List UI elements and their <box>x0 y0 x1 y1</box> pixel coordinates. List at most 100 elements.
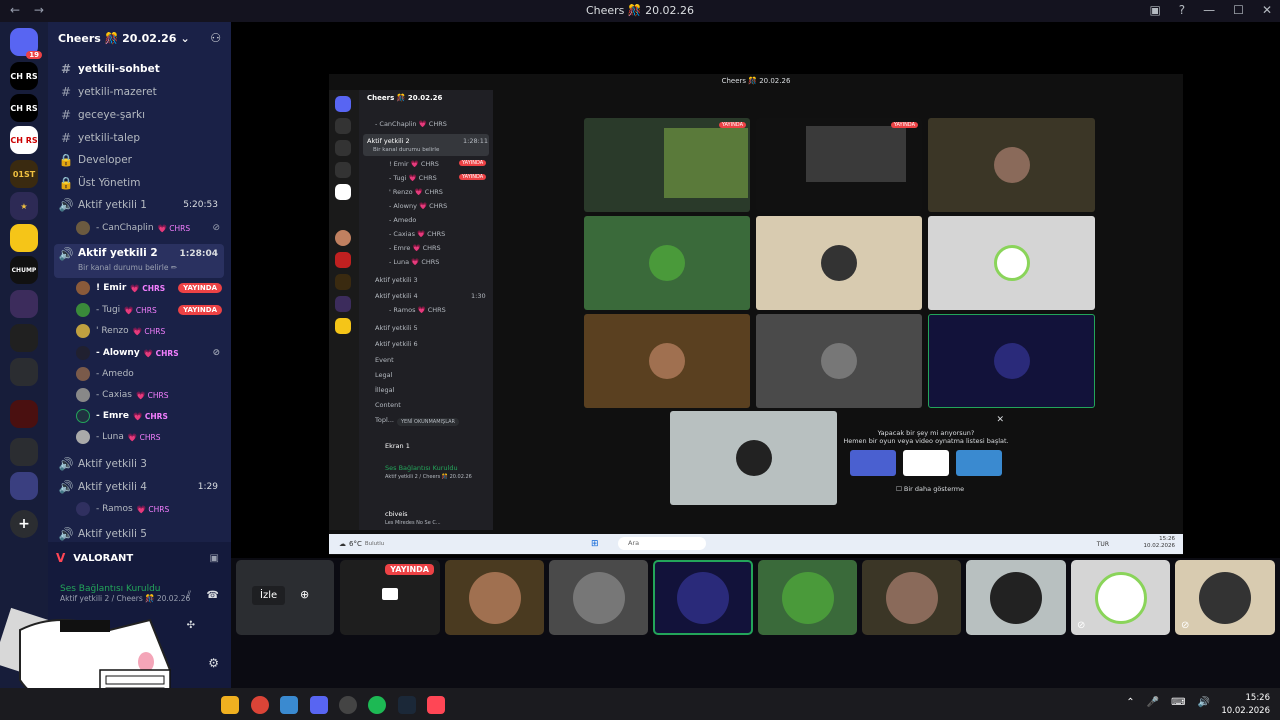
voice-channel-aktif-yetkili-4[interactable]: 🔊 Aktif yetkili 4 1:29 <box>54 477 224 497</box>
participant-tile[interactable] <box>928 216 1095 310</box>
steam-icon[interactable] <box>398 696 416 714</box>
activity-icon[interactable]: ▣ <box>210 553 219 564</box>
voice-user[interactable]: - Alowny 💗 CHRS ⊘ <box>76 343 226 363</box>
server-icon[interactable] <box>10 400 38 428</box>
activity-card[interactable] <box>903 450 949 476</box>
server-icon[interactable] <box>10 290 38 318</box>
voice-user[interactable]: - Caxias 💗 CHRS <box>76 385 226 405</box>
discord-icon[interactable] <box>310 696 328 714</box>
server-icon[interactable] <box>10 472 38 500</box>
app-icon[interactable] <box>339 696 357 714</box>
maximize-icon[interactable]: ☐ <box>1233 3 1244 17</box>
activity-card[interactable] <box>850 450 896 476</box>
activity-card[interactable] <box>956 450 1002 476</box>
channel-status[interactable]: Bir kanal durumu belirle ✏ <box>78 263 177 272</box>
voice-user[interactable]: - Amedo <box>76 364 226 384</box>
connection-status[interactable]: Ses Bağlantısı Kuruldu <box>48 584 231 594</box>
live-badge: YAYINDA <box>890 122 918 128</box>
server-icon[interactable] <box>10 358 38 386</box>
voice-channel-aktif-yetkili-5[interactable]: 🔊 Aktif yetkili 5 <box>54 524 224 544</box>
avatar <box>76 388 90 402</box>
chevron-up-icon[interactable]: ⌃ <box>1126 697 1134 708</box>
participant-tile[interactable] <box>584 314 750 408</box>
participant-tile[interactable] <box>756 216 922 310</box>
voice-user[interactable]: ' Renzo 💗 CHRS <box>76 321 226 341</box>
voice-channel-aktif-yetkili-2[interactable]: 🔊 Aktif yetkili 2 1:28:04 Bir kanal durumu … <box>54 244 224 278</box>
participant-tile[interactable] <box>670 411 837 505</box>
voice-channel-aktif-yetkili-3[interactable]: 🔊 Aktif yetkili 3 <box>54 454 224 474</box>
voice-user[interactable]: - CanChaplin 💗 CHRS ⊘ <box>76 218 226 238</box>
chrome-icon[interactable] <box>251 696 269 714</box>
server-icon[interactable] <box>10 438 38 466</box>
server-icon[interactable]: ★ <box>10 192 38 220</box>
minimize-icon[interactable]: — <box>1203 3 1215 17</box>
participant-thumbnail[interactable] <box>549 560 648 635</box>
volume-icon[interactable]: 🔊 <box>1198 697 1210 708</box>
server-icon[interactable] <box>10 324 38 352</box>
server-header[interactable]: Cheers 🎊 20.02.26 ⌄ ⚇ <box>48 22 231 54</box>
server-icon[interactable]: CHUMP <box>10 256 38 284</box>
server-icon[interactable]: CH RS <box>10 62 38 90</box>
valorant-icon[interactable] <box>427 696 445 714</box>
dont-show-checkbox[interactable]: ☐ Bir daha gösterme <box>896 485 964 493</box>
channel-ust-yonetim[interactable]: 🔒 Üst Yönetim <box>54 173 224 193</box>
channel-yetkili-sohbet[interactable]: # yetkili-sohbet <box>54 59 224 79</box>
microphone-icon[interactable]: 🎤 <box>1147 697 1159 708</box>
inbox-icon[interactable]: ▣ <box>1149 3 1160 17</box>
server-icon[interactable]: CH RS <box>10 126 38 154</box>
participant-thumbnail[interactable] <box>862 560 961 635</box>
channel-yetkili-mazeret[interactable]: # yetkili-mazeret <box>54 82 224 102</box>
disconnect-icon[interactable]: ☎ <box>207 590 219 601</box>
settings-icon[interactable]: ⚙ <box>208 656 219 670</box>
windows-start-icon[interactable]: ⊞ <box>591 539 599 549</box>
close-icon[interactable]: ✕ <box>1262 3 1272 17</box>
spotify-icon[interactable] <box>368 696 386 714</box>
voice-user[interactable]: ! Emir 💗 CHRS YAYINDA <box>76 278 226 298</box>
watch-button[interactable]: İzle <box>252 586 286 605</box>
inner-user: ! Emir 💗 CHRS <box>389 160 439 168</box>
channel-developer[interactable]: 🔒 Developer <box>54 150 224 170</box>
add-server-icon[interactable]: + <box>10 510 38 538</box>
voice-user[interactable]: - Ramos 💗 CHRS <box>76 499 226 519</box>
voice-user[interactable]: - Emre 💗 CHRS <box>76 406 226 426</box>
zoom-icon[interactable]: ⊕ <box>300 588 309 601</box>
activity-game[interactable]: V VALORANT ▣ <box>48 542 231 574</box>
participant-thumbnail-speaking[interactable] <box>653 560 753 635</box>
participant-tile[interactable] <box>756 314 922 408</box>
watch-tile[interactable]: İzle ⊕ <box>236 560 334 635</box>
participant-thumbnail[interactable]: ⊘ <box>1071 560 1170 635</box>
participant-thumbnail[interactable] <box>966 560 1066 635</box>
voice-user[interactable]: - Luna 💗 CHRS <box>76 427 226 447</box>
participant-tile-speaking[interactable] <box>928 314 1095 408</box>
file-explorer-icon[interactable] <box>221 696 239 714</box>
inner-live-badge: YAYINDA <box>459 174 487 180</box>
stream-tile-screen[interactable]: YAYINDA <box>756 118 922 212</box>
participant-thumbnail[interactable] <box>445 560 544 635</box>
add-member-icon[interactable]: ⚇ <box>210 31 221 45</box>
participant-tile[interactable] <box>584 216 750 310</box>
participant-thumbnail[interactable] <box>758 560 857 635</box>
server-home[interactable]: 19 <box>10 28 42 59</box>
app-icon[interactable] <box>280 696 298 714</box>
network-icon[interactable]: ⌨ <box>1171 697 1185 708</box>
server-icon[interactable] <box>10 224 38 252</box>
stream-tile-screen[interactable]: YAYINDA <box>584 118 750 212</box>
server-icon[interactable]: 01ST <box>10 160 38 188</box>
participant-thumbnail[interactable]: ⊘ <box>1175 560 1275 635</box>
inner-channel: Aktif yetkili 4 <box>375 292 418 300</box>
channel-geceye-sarki[interactable]: # geceye-şarkı <box>54 105 224 125</box>
server-icon[interactable]: CH RS <box>10 94 38 122</box>
voice-icon: 🔊 <box>58 480 74 494</box>
help-icon[interactable]: ? <box>1179 3 1185 17</box>
avatar <box>993 343 1030 379</box>
taskbar-clock[interactable]: 15:26 10.02.2026 <box>1221 692 1270 718</box>
close-icon[interactable]: ✕ <box>996 415 1004 425</box>
voice-user[interactable]: - Tugi 💗 CHRS YAYINDA <box>76 300 226 320</box>
stream-thumbnail[interactable]: YAYINDA <box>340 560 440 635</box>
lock-icon: 🔒 <box>58 153 74 167</box>
voice-channel-aktif-yetkili-1[interactable]: 🔊 Aktif yetkili 1 5:20:53 <box>54 195 224 215</box>
channel-yetkili-talep[interactable]: # yetkili-talep <box>54 128 224 148</box>
streamed-window[interactable]: Cheers 🎊 20.02.26 Cheers 🎊 20.02.26 - Ca… <box>329 74 1183 555</box>
participant-tile[interactable] <box>928 118 1095 212</box>
unread-pill: YENİ OKUNMAMIŞLAR <box>397 418 459 426</box>
